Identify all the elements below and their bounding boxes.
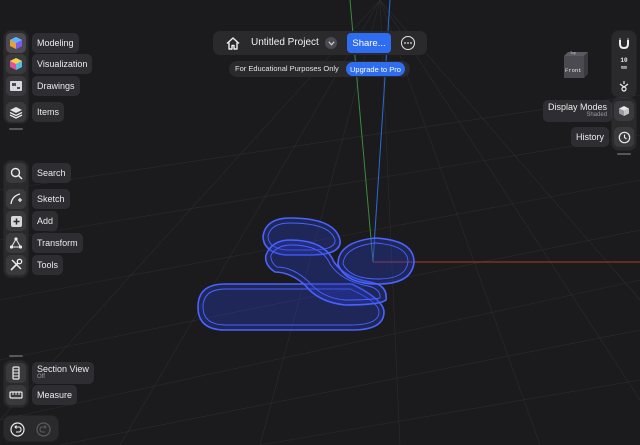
sketch-icon [10,193,22,205]
display-modes-label[interactable]: Display Modes Shaded [543,100,613,122]
visualization-icon [10,58,22,70]
modeling-button[interactable] [6,33,26,53]
tools-label[interactable]: Tools [32,255,64,275]
history-label[interactable]: History [571,127,610,147]
display-modes-button[interactable] [614,101,634,121]
upgrade-button-label: Upgrade to Pro [350,64,401,74]
more-options-button[interactable] [401,36,415,50]
sketch-button[interactable] [6,189,26,209]
shaded-cube-icon [619,106,629,116]
section-view-state: Off [37,374,45,380]
visualization-label[interactable]: Visualization [32,54,93,74]
measure-button[interactable] [6,385,26,405]
home-icon [226,36,240,50]
search-label[interactable]: Search [32,163,71,183]
add-label[interactable]: Add [32,211,59,231]
history-button[interactable] [614,127,634,147]
measure-icon [9,391,23,399]
chevron-down-icon [327,40,335,46]
drawings-button[interactable] [6,76,26,96]
transform-button[interactable] [6,233,26,253]
view-cube-top-label: Top [570,51,576,55]
tools-icon [10,258,23,271]
snap-options-icon [619,81,629,92]
items-button[interactable] [6,102,26,122]
search-icon [10,167,23,180]
modeling-label[interactable]: Modeling [32,33,79,53]
magnet-button[interactable] [614,33,634,53]
display-modes-title: Display Modes [548,102,608,112]
upgrade-button[interactable]: Upgrade to Pro [346,62,405,76]
add-icon [10,215,22,227]
display-modes-value: Shaded [586,112,608,118]
edu-banner: For Educational Purposes Only Upgrade to… [229,61,410,77]
sketch-label[interactable]: Sketch [32,189,70,209]
add-button[interactable] [6,211,26,231]
right-divider [617,153,631,155]
section-view-icon [12,366,20,380]
redo-button[interactable] [33,419,53,439]
transform-label[interactable]: Transform [32,233,83,253]
project-menu-button[interactable] [325,37,337,49]
sketch-profile[interactable] [197,217,415,331]
section-view-button[interactable] [6,363,26,383]
redo-icon [35,421,51,437]
drawings-icon [10,81,22,91]
layers-icon [9,107,23,119]
bottom-divider [9,355,23,357]
snap-value: 10 [620,57,628,64]
clock-icon [618,131,630,143]
tools-button[interactable] [6,255,26,275]
transform-icon [9,237,23,249]
ellipsis-icon [404,42,412,44]
home-button[interactable] [223,33,243,53]
snap-increment[interactable]: 10 mm [614,57,634,71]
share-button[interactable]: Share... [347,33,391,53]
snap-options-button[interactable] [614,76,634,96]
measure-label[interactable]: Measure [32,385,78,405]
section-view-title: Section View [37,364,89,374]
magnet-icon [619,37,629,49]
project-header-bar: Untitled Project Share... [213,31,427,55]
project-title[interactable]: Untitled Project [251,37,319,48]
section-view-label[interactable]: Section View Off [32,362,94,384]
undo-icon [9,421,25,437]
undo-button[interactable] [7,419,27,439]
edu-text: For Educational Purposes Only [235,64,339,73]
modeling-icon [10,37,22,49]
drawings-label[interactable]: Drawings [32,76,80,96]
share-button-label: Share... [352,37,386,49]
view-cube[interactable]: Top Front [560,50,590,80]
view-cube-front-label: Front [565,67,582,74]
items-label[interactable]: Items [32,102,65,122]
visualization-button[interactable] [6,54,26,74]
snap-unit: mm [620,64,628,71]
sidebar-divider [9,128,23,130]
search-button[interactable] [6,163,26,183]
